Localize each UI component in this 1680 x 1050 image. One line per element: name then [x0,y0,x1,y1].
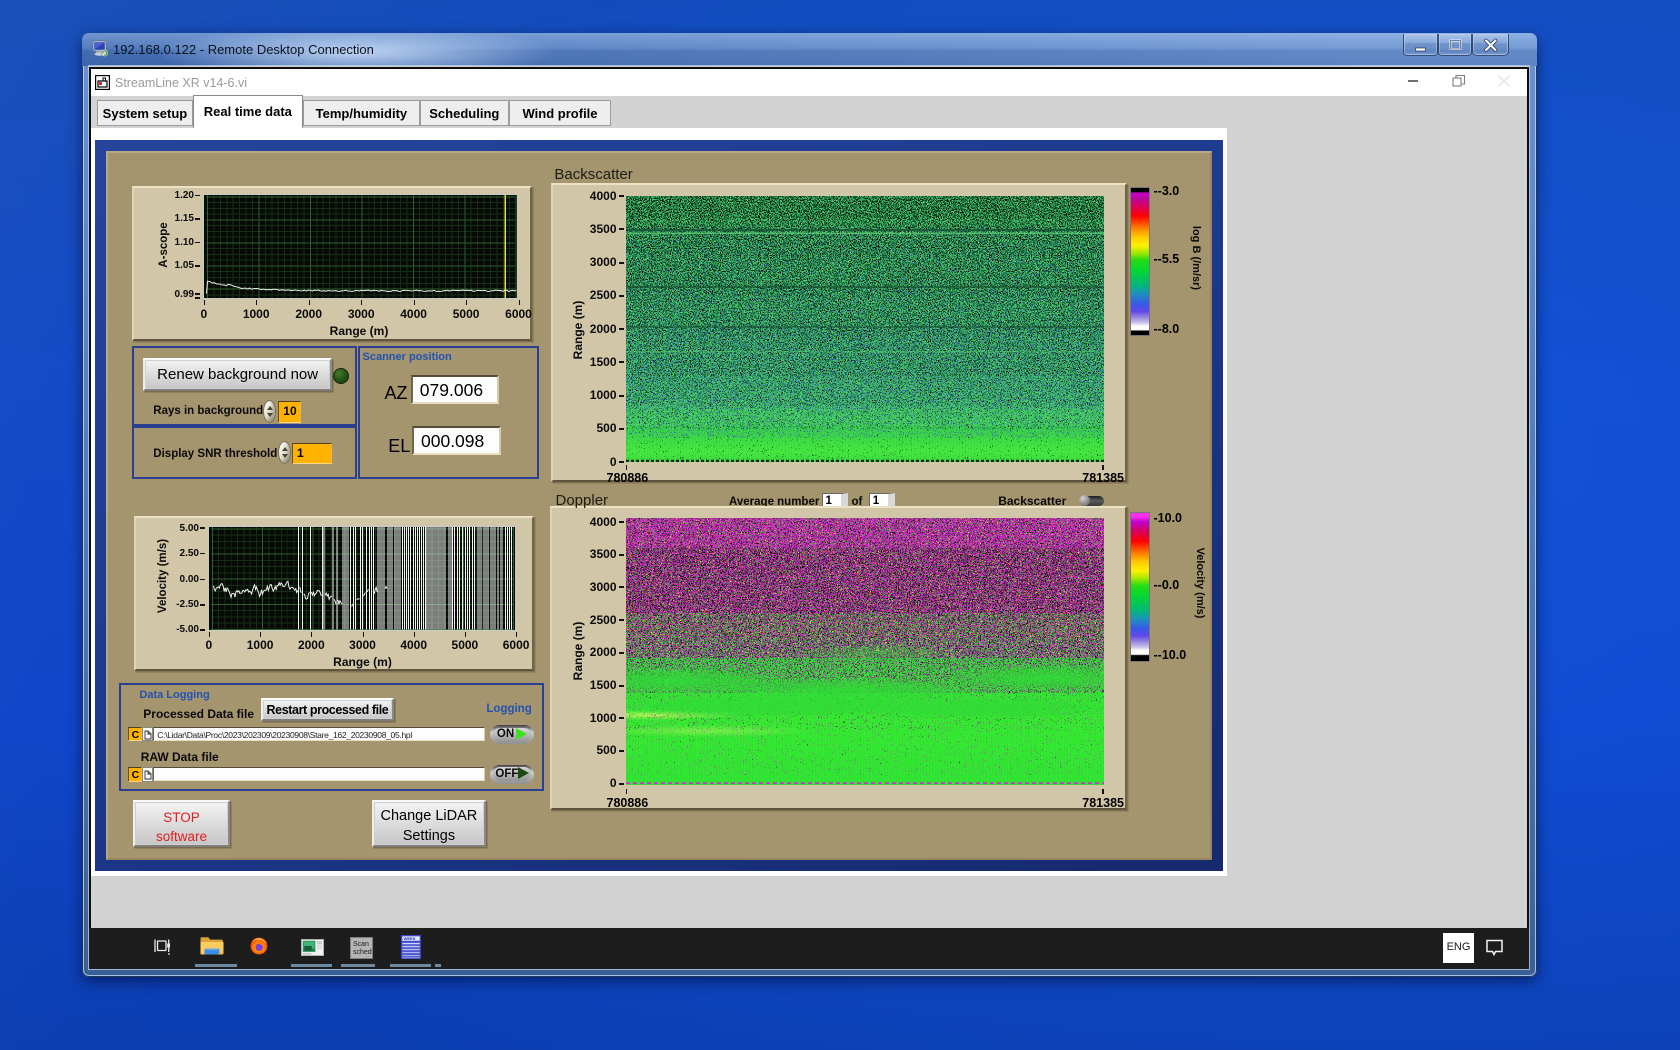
svg-text:WEEK: WEEK [404,936,416,941]
